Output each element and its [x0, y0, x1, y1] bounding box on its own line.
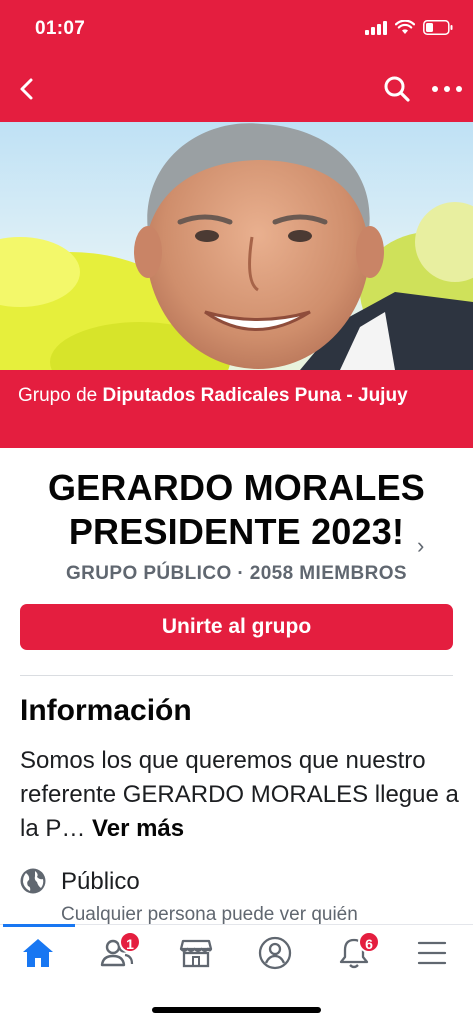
nav-bar: [0, 58, 473, 122]
home-icon: [23, 939, 53, 967]
privacy-label: Público: [61, 868, 140, 895]
back-icon[interactable]: [12, 74, 42, 104]
join-group-button[interactable]: Unirte al grupo: [20, 604, 453, 650]
group-owner-prefix: Grupo de: [18, 385, 98, 406]
friends-badge: 1: [119, 931, 141, 953]
tab-home[interactable]: [20, 935, 60, 975]
group-owner-banner[interactable]: Grupo de Diputados Radicales Puna - Juju…: [0, 370, 473, 448]
divider: [20, 675, 453, 676]
chevron-right-icon[interactable]: ›: [417, 533, 424, 559]
see-more-link[interactable]: Ver más: [92, 815, 184, 842]
info-heading: Información: [20, 694, 192, 727]
active-tab-indicator: [3, 924, 75, 927]
tab-notifications[interactable]: 6: [336, 931, 380, 975]
home-indicator: [152, 1007, 321, 1013]
tab-friends[interactable]: 1: [99, 931, 141, 975]
tab-marketplace[interactable]: [178, 935, 218, 975]
group-meta: GRUPO PÚBLICO · 2058 MIEMBROS: [66, 563, 407, 584]
group-title-line1: GERARDO MORALES: [47, 467, 425, 508]
tab-menu[interactable]: [414, 935, 454, 975]
group-owner-name[interactable]: Diputados Radicales Puna - Jujuy: [103, 385, 408, 406]
tab-profile[interactable]: [257, 935, 297, 975]
marketplace-icon: [179, 939, 213, 968]
status-time: 01:07: [35, 18, 86, 39]
info-description-text: Somos los que queremos que nuestro refer…: [20, 747, 459, 842]
status-icons: [365, 20, 453, 35]
privacy-description: Cualquier persona puede ver quién: [61, 904, 358, 925]
wifi-icon: [395, 20, 415, 34]
group-title-block[interactable]: GERARDO MORALES PRESIDENTE 2023! ›: [0, 466, 473, 558]
profile-icon: [258, 936, 292, 970]
notifications-badge: 6: [358, 931, 380, 953]
menu-icon: [417, 941, 447, 965]
globe-icon: [20, 868, 46, 894]
privacy-row: Público Cualquier persona puede ver quié…: [20, 864, 460, 925]
search-icon[interactable]: [382, 74, 412, 104]
cover-photo[interactable]: [0, 122, 473, 370]
group-title-line2: PRESIDENTE 2023!: [68, 511, 405, 552]
battery-icon: [423, 20, 453, 35]
cover-photo-image: [0, 122, 473, 370]
info-description: Somos los que queremos que nuestro refer…: [20, 744, 460, 846]
signal-icon: [365, 20, 387, 35]
more-icon[interactable]: [430, 74, 464, 104]
status-bar: 01:07: [0, 0, 473, 58]
